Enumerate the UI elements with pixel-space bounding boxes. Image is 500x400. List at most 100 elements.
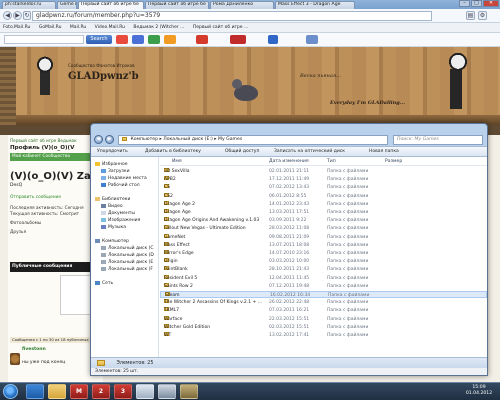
agent-icon[interactable]	[164, 35, 176, 44]
nav-libraries[interactable]: Библиотеки	[91, 196, 159, 203]
clock[interactable]: 15:09 01.04.2012	[464, 385, 494, 398]
mail-icon[interactable]	[116, 35, 128, 44]
path-segment[interactable]: Локальный диск (E:)	[163, 137, 213, 142]
send-message-link[interactable]: Отправить сообщение	[10, 195, 61, 200]
browser-tab[interactable]: ph:starkeldor.ru	[2, 1, 56, 9]
file-row[interactable]: WT 13.02.2012 17:41 Папка с файлами	[160, 332, 487, 339]
nav-network[interactable]: Сеть	[91, 280, 159, 287]
ie-icon[interactable]	[132, 35, 144, 44]
browser-tab[interactable]: Рома Даниленко	[210, 1, 274, 9]
friends-link[interactable]: Друзья	[10, 230, 26, 235]
file-row[interactable]: Origin 03.03.2012 10:00 Папка с файлами	[160, 258, 487, 265]
file-row[interactable]: Saints Row 2 07.12.2011 19:48 Папка с файл…	[160, 282, 487, 290]
nav-downloads[interactable]: Загрузки	[91, 168, 159, 175]
file-row[interactable]: Mirror's Edge 14.07.2010 23:16 Папка с фай…	[160, 250, 487, 257]
column-header-name[interactable]: Имя	[172, 157, 182, 166]
explorer-search-input[interactable]: Поиск: My Games	[393, 135, 483, 145]
back-icon[interactable]: ◀	[94, 135, 103, 144]
reload-icon[interactable]: ↻	[23, 11, 31, 20]
toolbar-search-input[interactable]	[4, 35, 84, 44]
file-row[interactable]: Mass Effect 13.07.2011 18:08 Папка с файла…	[160, 241, 487, 249]
maximize-icon[interactable]: □	[471, 0, 482, 7]
app-2-taskbar-icon[interactable]: 2	[92, 384, 110, 399]
nav-computer[interactable]: Компьютер	[91, 238, 159, 245]
nav-documents[interactable]: Документы	[91, 210, 159, 217]
profile-tabs[interactable]: Мой кабинет Сообщество	[10, 153, 100, 161]
close-icon[interactable]: ✕	[483, 0, 499, 7]
path-segment[interactable]: My Games	[218, 137, 242, 142]
file-row[interactable]: The Witcher 2 Assassins Of Kings v.2.1 +…	[160, 299, 487, 306]
new-folder-button[interactable]: Новая папка	[369, 147, 399, 157]
nav-drive-e[interactable]: Локальный диск (E	[91, 259, 159, 266]
column-header-size[interactable]: Размер	[385, 157, 402, 166]
file-row[interactable]: GameNet 09.08.2011 21:09 Папка с файлами	[160, 233, 487, 241]
toolbar-search-button[interactable]: Search	[86, 35, 112, 44]
file-row[interactable]: Witcher Gold Edition 02.03.2012 15:51 Папк…	[160, 323, 487, 331]
odnoklassniki-icon[interactable]	[148, 35, 160, 44]
nav-favorites[interactable]: Избранное	[91, 161, 159, 168]
file-row[interactable]: Warface 22.03.2012 15:51 Папка с файлами	[160, 315, 487, 323]
file-row[interactable]: Resident Evil 5 12.04.2011 11:45 Папка с ф…	[160, 274, 487, 282]
page-menu-icon[interactable]: ▤	[466, 11, 475, 20]
nav-recent-places[interactable]: Недавние места	[91, 175, 159, 182]
bookmark-item[interactable]: Mail.Ru	[70, 25, 86, 30]
file-row[interactable]: CS 07.02.2012 13:43 Папка с файлами	[160, 184, 487, 191]
bookmark-item[interactable]: Ведьмак 2 (Witcher ...	[133, 25, 184, 30]
nav-video[interactable]: Видео	[91, 203, 159, 210]
avatar[interactable]	[10, 353, 20, 365]
nav-drive-f[interactable]: Локальный диск (F	[91, 266, 159, 273]
weather-icon[interactable]	[268, 35, 278, 44]
game-taskbar-icon[interactable]	[180, 384, 198, 399]
news-icon[interactable]	[196, 35, 208, 44]
file-row[interactable]: CS2 06.01.2012 8:55 Папка с файлами	[160, 192, 487, 200]
nav-music[interactable]: Музыка	[91, 224, 159, 231]
start-button[interactable]	[3, 384, 18, 399]
file-row[interactable]: PointBlank 28.10.2011 21:43 Папка с файлам…	[160, 266, 487, 273]
poster-username[interactable]: fivestonn	[22, 347, 46, 352]
minimize-icon[interactable]: –	[459, 0, 470, 7]
app-3-taskbar-icon[interactable]: 3	[114, 384, 132, 399]
wrench-icon[interactable]: ⚙	[478, 11, 487, 20]
file-row[interactable]: 3D SexVilla 02.01.2011 21:11 Папка с файла…	[160, 168, 487, 175]
explorer-title-bar[interactable]	[91, 124, 487, 134]
bookmark-item[interactable]: Video.Mail.Ru	[95, 25, 125, 30]
explorer-taskbar-icon[interactable]	[48, 384, 66, 399]
file-row[interactable]: TKML7 07.03.2011 16:21 Папка с файлами	[160, 307, 487, 314]
browser-tab[interactable]: Mass Effect 3 - Dragon Age	[275, 1, 355, 9]
browser-tab[interactable]: Первый сайт об игре бе	[145, 1, 209, 9]
breadcrumb-path[interactable]: Компьютер ▸ Локальный диск (E:) ▸ My Gam…	[118, 135, 388, 145]
browser-tab[interactable]: Geme ne	[57, 1, 77, 9]
forward-icon[interactable]: ▶	[13, 11, 22, 20]
browser-tab-active[interactable]: Первый сайт об игре бе	[78, 1, 144, 9]
site-logo[interactable]: Сообщество Фанатов Игроков GLADpwnz'b	[24, 55, 164, 100]
burn-button[interactable]: Записать на оптический диск	[274, 147, 345, 157]
m-app-taskbar-icon[interactable]: M	[70, 384, 88, 399]
bookmark-item[interactable]: Первый сайт об игре ...	[193, 25, 248, 30]
nav-desktop[interactable]: Рабочий стол	[91, 182, 159, 189]
albums-link[interactable]: Фотоальбомы	[10, 221, 41, 226]
file-row[interactable]: APB2 17.12.2011 11:49 Папка с файлами	[160, 176, 487, 183]
cnn-icon[interactable]	[230, 35, 246, 44]
organize-button[interactable]: Упорядочить	[97, 147, 128, 157]
nav-images[interactable]: Изображения	[91, 217, 159, 224]
bookmark-item[interactable]: Foto.Mail.Ru	[3, 25, 30, 30]
column-header-type[interactable]: Тип	[327, 157, 336, 166]
add-to-library-button[interactable]: Добавить в библиотеку	[145, 147, 201, 157]
file-row[interactable]: Steam 16.02.2012 16:34 Папка с файлами	[160, 291, 487, 298]
bookmark-item[interactable]: GoMail.Ru	[39, 25, 62, 30]
app-taskbar-icon[interactable]	[158, 384, 176, 399]
file-row[interactable]: Fallout New Vegas - Ultimate Edition 28.0…	[160, 225, 487, 232]
path-segment[interactable]: Компьютер	[130, 137, 158, 142]
nav-drive-d[interactable]: Локальный диск (D	[91, 252, 159, 259]
file-row[interactable]: Dragon Age Origins And Awakening v.1.03 0…	[160, 217, 487, 224]
url-bar[interactable]: gladpwnz.ru/forum/member.php?u=3579	[32, 11, 432, 21]
column-header-date[interactable]: Дата изменения	[269, 157, 309, 166]
disk-taskbar-icon[interactable]	[136, 384, 154, 399]
forward-icon[interactable]: ▶	[105, 135, 114, 144]
back-icon[interactable]: ◀	[3, 11, 12, 20]
nav-drive-c[interactable]: Локальный диск (C	[91, 245, 159, 252]
file-row[interactable]: Dragon Age 2 14.01.2012 23:43 Папка с файл…	[160, 200, 487, 208]
file-row[interactable]: Dragon Age 13.03.2011 17:51 Папка с файлам…	[160, 209, 487, 216]
breadcrumb[interactable]: Первый сайт об игре Ведьмак	[10, 138, 77, 143]
share-button[interactable]: Общий доступ	[225, 147, 259, 157]
